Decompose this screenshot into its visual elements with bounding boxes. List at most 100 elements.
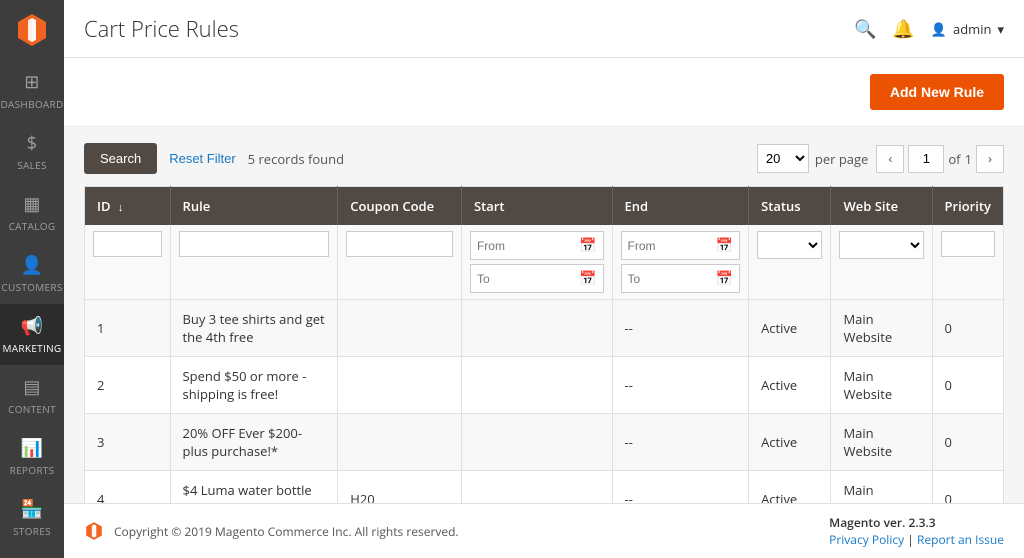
search-icon[interactable]: 🔍: [854, 17, 876, 41]
page-number-input[interactable]: [908, 145, 944, 173]
sidebar-item-dashboard[interactable]: ⊞ Dashboard: [0, 60, 64, 121]
footer-right: Magento ver. 2.3.3 Privacy Policy | Repo…: [829, 514, 1004, 548]
end-from-input[interactable]: [622, 234, 710, 258]
prev-page-button[interactable]: ‹: [876, 145, 904, 173]
calendar-icon-2[interactable]: 📅: [573, 265, 602, 292]
next-page-button[interactable]: ›: [976, 145, 1004, 173]
footer-links: Privacy Policy | Report an Issue: [829, 531, 1004, 548]
cell-start: [461, 357, 612, 414]
sales-icon: $: [27, 131, 38, 155]
col-header-coupon: Coupon Code: [338, 187, 462, 226]
filter-rule-input[interactable]: [179, 231, 330, 257]
sidebar-item-catalog[interactable]: ▦ Catalog: [0, 182, 64, 243]
filter-coupon: [338, 225, 462, 300]
cell-start: [461, 414, 612, 471]
page-total: 1: [965, 150, 972, 168]
start-to-input[interactable]: [471, 267, 573, 291]
filter-id-input[interactable]: [93, 231, 162, 257]
sidebar-item-stores[interactable]: 🏪 Stores: [0, 487, 64, 548]
report-issue-link[interactable]: Report an Issue: [917, 531, 1004, 548]
cell-id: 1: [85, 300, 171, 357]
sidebar-item-content[interactable]: ▤ Content: [0, 365, 64, 426]
cell-rule: 20% OFF Ever $200-plus purchase!*: [170, 414, 338, 471]
sidebar-item-system[interactable]: ⚙ System: [0, 548, 64, 558]
end-from-wrapper: 📅: [621, 231, 741, 260]
table-row[interactable]: 3 20% OFF Ever $200-plus purchase!* -- A…: [85, 414, 1004, 471]
sort-icon: ↓: [118, 200, 124, 215]
records-found: 5 records found: [248, 150, 344, 168]
privacy-policy-link[interactable]: Privacy Policy: [829, 531, 904, 548]
table-row[interactable]: 2 Spend $50 or more - shipping is free! …: [85, 357, 1004, 414]
content-area: Add New Rule Search Reset Filter 5 recor…: [64, 58, 1024, 503]
cell-coupon: [338, 300, 462, 357]
filter-status: Active Inactive: [749, 225, 831, 300]
cell-status: Active: [749, 414, 831, 471]
reports-icon: 📊: [21, 436, 44, 460]
cell-status: Active: [749, 300, 831, 357]
catalog-icon: ▦: [23, 192, 40, 216]
end-to-input[interactable]: [622, 267, 710, 291]
calendar-icon-3[interactable]: 📅: [710, 232, 739, 259]
cell-website: Main Website: [831, 414, 932, 471]
dashboard-icon: ⊞: [24, 70, 39, 94]
cell-coupon: [338, 357, 462, 414]
footer-left: Copyright © 2019 Magento Commerce Inc. A…: [84, 521, 459, 541]
pagination: ‹ of 1 ›: [876, 145, 1004, 173]
add-new-rule-button[interactable]: Add New Rule: [870, 74, 1004, 110]
calendar-icon[interactable]: 📅: [573, 232, 602, 259]
marketing-icon: 📢: [21, 314, 44, 338]
filter-rule: [170, 225, 338, 300]
sidebar-item-label: Stores: [13, 524, 51, 538]
header-right: 🔍 🔔 👤 admin ▾: [854, 17, 1004, 41]
filter-coupon-input[interactable]: [346, 231, 453, 257]
page-title: Cart Price Rules: [84, 14, 239, 44]
content-icon: ▤: [23, 375, 40, 399]
cell-status: Active: [749, 357, 831, 414]
cell-coupon: H20: [338, 471, 462, 504]
filter-status-select[interactable]: Active Inactive: [757, 231, 822, 259]
col-header-id[interactable]: ID ↓: [85, 187, 171, 226]
table-row[interactable]: 1 Buy 3 tee shirts and get the 4th free …: [85, 300, 1004, 357]
start-to-wrapper: 📅: [470, 264, 604, 293]
sidebar-item-reports[interactable]: 📊 Reports: [0, 426, 64, 487]
per-page-select: 20 30 50 per page: [757, 144, 868, 173]
sidebar-item-marketing[interactable]: 📢 Marketing: [0, 304, 64, 365]
end-to-wrapper: 📅: [621, 264, 741, 293]
sidebar-item-label: Catalog: [9, 219, 56, 233]
magento-version: Magento ver. 2.3.3: [829, 514, 935, 531]
sidebar-item-customers[interactable]: 👤 Customers: [0, 243, 64, 304]
cell-end: --: [612, 300, 749, 357]
cell-id: 4: [85, 471, 171, 504]
filter-website: Main Website: [831, 225, 932, 300]
sidebar-item-label: Marketing: [3, 341, 62, 355]
col-header-status: Status: [749, 187, 831, 226]
col-header-start: Start: [461, 187, 612, 226]
cell-coupon: [338, 414, 462, 471]
sidebar-item-label: Content: [8, 402, 56, 416]
notification-icon[interactable]: 🔔: [892, 17, 914, 41]
filter-priority-input[interactable]: [941, 231, 996, 257]
filter-website-select[interactable]: Main Website: [839, 231, 923, 259]
table-row[interactable]: 4 $4 Luma water bottle (save 70%) H20 --…: [85, 471, 1004, 504]
toolbar: Search Reset Filter 5 records found 20 3…: [84, 143, 1004, 174]
user-menu[interactable]: 👤 admin ▾: [931, 20, 1004, 38]
user-name: admin: [953, 20, 991, 38]
per-page-dropdown[interactable]: 20 30 50: [757, 144, 809, 173]
search-button[interactable]: Search: [84, 143, 157, 174]
start-from-input[interactable]: [471, 234, 573, 258]
reset-filter-button[interactable]: Reset Filter: [169, 151, 235, 166]
cell-start: [461, 300, 612, 357]
sidebar-item-sales[interactable]: $ Sales: [0, 121, 64, 182]
filter-priority: [932, 225, 1004, 300]
table-header-row: ID ↓ Rule Coupon Code Start End Status W…: [85, 187, 1004, 226]
sidebar-item-label: Dashboard: [0, 97, 63, 111]
cell-priority: 0: [932, 414, 1004, 471]
filter-start: 📅 📅: [461, 225, 612, 300]
calendar-icon-4[interactable]: 📅: [710, 265, 739, 292]
col-header-priority: Priority: [932, 187, 1004, 226]
filter-end: 📅 📅: [612, 225, 749, 300]
page-of-label: of: [948, 150, 960, 168]
sidebar: ⊞ Dashboard $ Sales ▦ Catalog 👤 Customer…: [0, 0, 64, 558]
user-avatar-icon: 👤: [931, 20, 947, 38]
cell-rule: $4 Luma water bottle (save 70%): [170, 471, 338, 504]
